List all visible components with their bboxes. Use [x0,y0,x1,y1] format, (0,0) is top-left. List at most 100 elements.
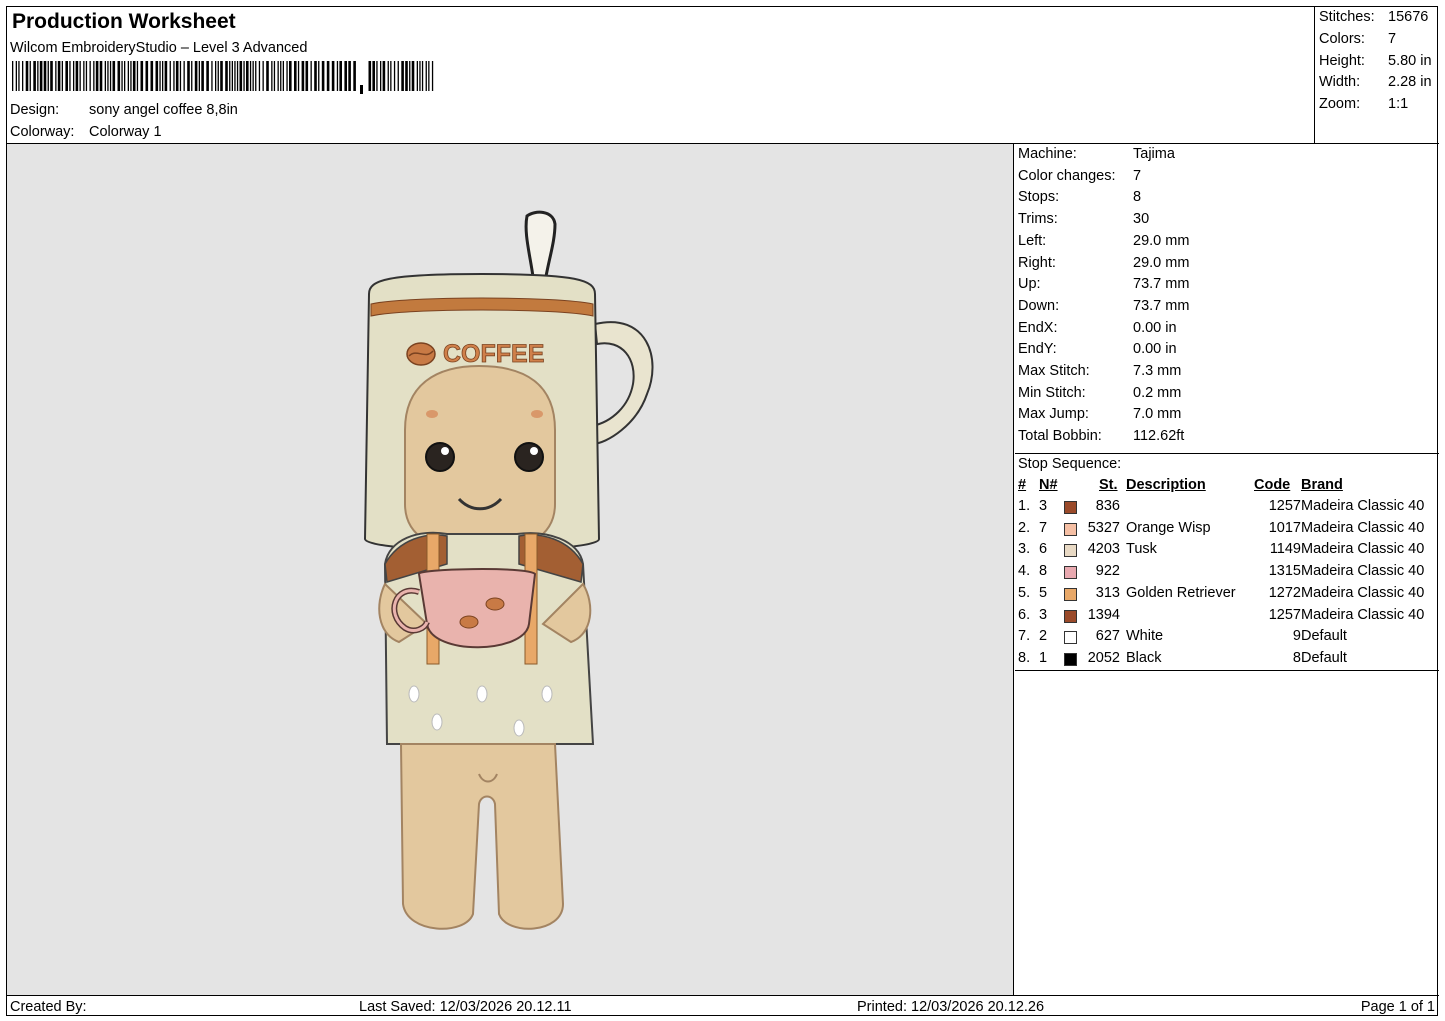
row-num: 4. [1018,563,1031,580]
info-value: 112.62ft [1133,428,1185,445]
row-code: 1257 [1268,606,1301,623]
info-label: Max Jump: [1018,406,1089,423]
barcode-bar [79,61,81,91]
row-brand: Madeira Classic 40 [1301,606,1425,623]
info-value: 0.00 in [1133,341,1177,358]
barcode-bar [310,61,312,91]
design-row: Design: sony angel coffee 8,8in [10,102,238,118]
barcode-bar [47,61,49,91]
barcode-bar [179,61,182,91]
barcode-bar [289,61,292,91]
row-needle: 1 [1039,649,1048,666]
info-value: 29.0 mm [1133,232,1190,249]
row-num: 6. [1018,606,1031,623]
thread-color-swatch [1064,587,1077,601]
barcode-bar [69,61,71,91]
info-label: Machine: [1018,146,1077,162]
thread-color-swatch [1064,652,1077,666]
info-value: 8 [1133,189,1142,206]
barcode-bar [83,61,85,91]
col-num: # [1018,477,1027,493]
row-description: Black [1126,649,1162,666]
barcode-bar [145,61,149,91]
stat-label: Colors: [1319,31,1365,47]
machine-info-row: Stops: 8 [1018,189,1141,205]
row-code: 9 [1292,628,1301,645]
barcode-bar [150,61,154,91]
row-stitches: 5327 [1087,519,1120,536]
machine-info-row: Machine: Tajima [1018,146,1175,162]
stop-sequence-row: 2. 7 5327 Orange Wisp 1017 Madeira Classic 40 [1015,520,1439,542]
barcode-bar [217,61,219,91]
stat-colors: Colors: 7 [1319,31,1396,47]
coffee-label: COFFEE [443,340,544,368]
barcode-bar [136,61,139,91]
barcode-bar [29,61,31,91]
info-value: 0.2 mm [1133,384,1182,401]
machine-info-row: Trims: 30 [1018,211,1149,227]
worksheet-header: Production Worksheet Wilcom EmbroiderySt… [7,7,1315,144]
stat-stitches: Stitches: 15676 [1319,9,1428,25]
barcode-bar [225,61,228,91]
last-saved: Last Saved: 12/03/2026 20.12.11 [359,999,572,1015]
barcode-bar [25,61,29,91]
col-brand: Brand [1301,477,1343,493]
barcode-bar [234,61,236,91]
barcode-bar [431,61,434,91]
row-brand: Madeira Classic 40 [1301,563,1425,580]
row-stitches: 4203 [1087,541,1120,558]
stop-sequence-row: 1. 3 836 1257 Madeira Classic 40 [1015,498,1439,520]
stat-label: Stitches: [1319,9,1375,25]
barcode-bar [401,61,404,91]
col-description: Description [1126,477,1206,493]
thread-color-swatch [1064,631,1077,645]
barcode-bar [271,61,273,91]
info-value: 73.7 mm [1133,297,1190,314]
worksheet-footer: Created By: Last Saved: 12/03/2026 20.12… [7,995,1439,1017]
barcode-bar [416,61,418,91]
stat-label: Height: [1319,53,1365,69]
barcode-bar [12,61,14,91]
row-brand: Madeira Classic 40 [1301,541,1425,558]
col-n: N# [1039,477,1058,493]
barcode-bar [183,61,185,91]
stat-value: 5.80 in [1388,53,1432,69]
info-label: Down: [1018,297,1060,314]
row-stitches: 922 [1095,563,1120,580]
colorway-row: Colorway: Colorway 1 [10,124,162,140]
barcode-bar [321,61,325,91]
thread-color-swatch [1064,609,1077,623]
barcode-bar [43,61,47,91]
row-stitches: 836 [1095,498,1120,514]
info-label: Total Bobbin: [1018,428,1102,445]
machine-info-row: EndX: 0.00 in [1018,320,1177,336]
info-label: Up: [1018,276,1041,293]
barcode-bar [393,61,396,91]
row-stitches: 2052 [1087,649,1120,666]
stop-sequence-title: Stop Sequence: [1018,456,1122,472]
barcode-bar [258,61,261,91]
barcode-bar [33,61,36,91]
divider [1015,670,1439,671]
machine-info-row: Right: 29.0 mm [1018,255,1189,271]
row-stitches: 1394 [1087,606,1120,623]
barcode-bar [376,61,378,91]
barcode-bar [318,61,320,91]
machine-info-row: Color changes: 7 [1018,168,1141,184]
info-value: 7.0 mm [1133,406,1182,423]
stat-width: Width: 2.28 in [1319,74,1432,90]
barcode-bar [331,61,335,91]
barcode-bar [75,61,79,91]
barcode-bar [175,61,179,91]
barcode-bar [243,61,245,91]
stat-zoom: Zoom: 1:1 [1319,96,1408,112]
barcode-bar [301,61,305,91]
barcode-bar [159,61,161,91]
barcode-bar [104,61,106,91]
barcode-bar [73,61,75,91]
barcode-bar [262,61,264,91]
info-label: Stops: [1018,189,1060,206]
stat-value: 15676 [1388,9,1429,25]
barcode-bar [421,61,424,91]
barcode-bar [85,61,88,91]
